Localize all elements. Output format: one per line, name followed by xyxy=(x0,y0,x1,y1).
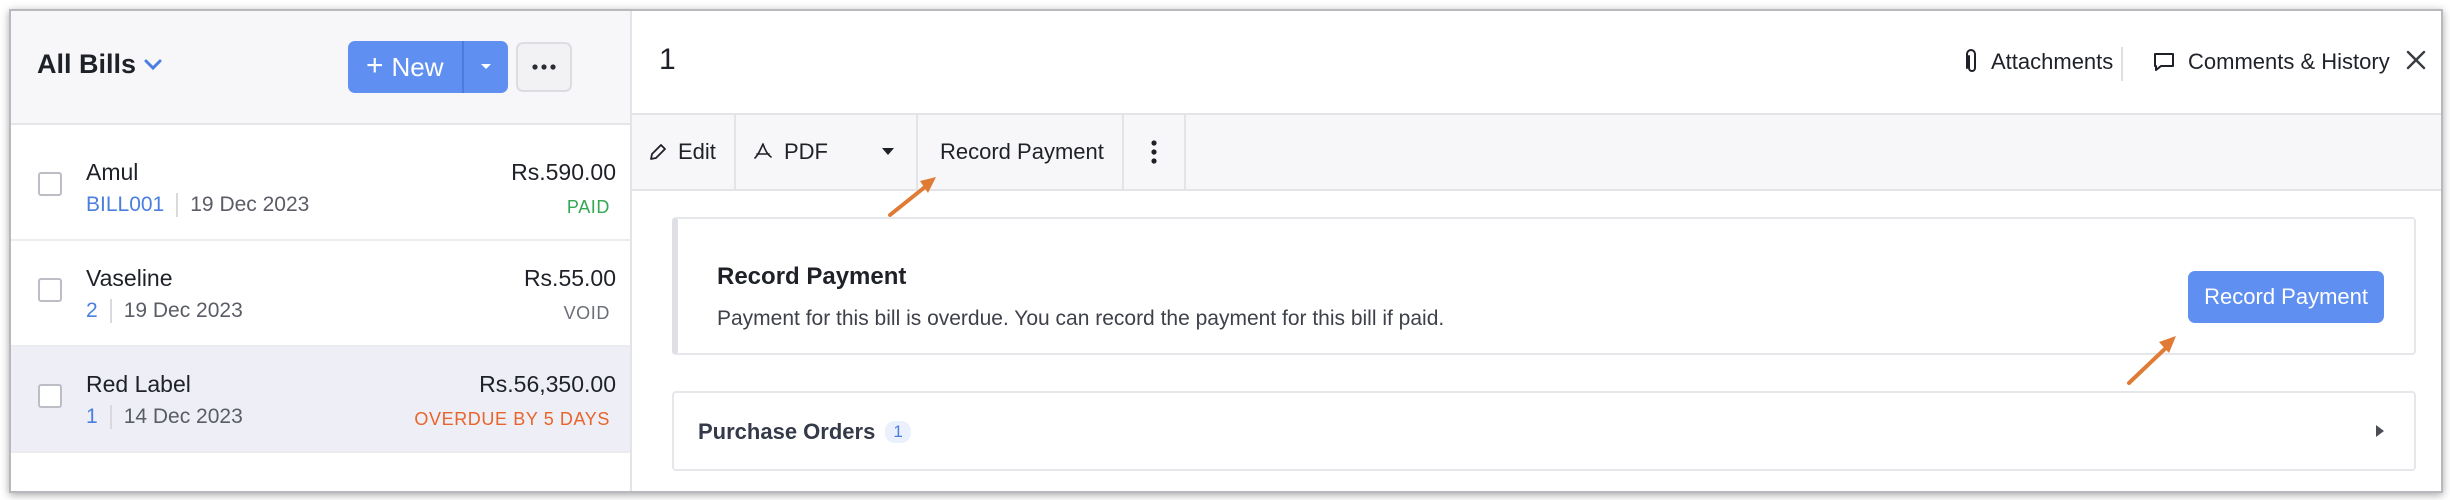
comments-label: Comments & History xyxy=(2188,49,2390,74)
divider xyxy=(109,299,112,323)
banner-title: Record Payment xyxy=(717,263,907,290)
pdf-icon xyxy=(754,143,772,159)
attachments-link[interactable]: Attachments xyxy=(1965,49,2113,75)
status-badge: PAID xyxy=(566,197,610,217)
annotation-arrow xyxy=(888,177,936,217)
bills-list-panel: All Bills + New Amul BILL001 19 Dec 2023… xyxy=(11,11,632,491)
new-button-label: New xyxy=(391,51,444,82)
caret-right-icon xyxy=(2374,423,2386,444)
list-item[interactable]: Red Label 1 14 Dec 2023 Rs.56,350.00 OVE… xyxy=(11,347,630,453)
pdf-button[interactable]: PDF xyxy=(736,115,860,189)
view-title: All Bills xyxy=(37,49,137,79)
divider xyxy=(2121,47,2123,81)
vendor-name: Red Label xyxy=(86,371,191,397)
plus-icon: + xyxy=(366,49,384,82)
bill-detail-panel: 1 Attachments Comments & History Edit PD… xyxy=(632,11,2441,491)
caret-down-icon xyxy=(480,64,491,69)
caret-down-icon xyxy=(882,148,894,155)
row-checkbox[interactable] xyxy=(38,384,62,408)
new-dropdown-toggle[interactable] xyxy=(461,41,508,93)
close-icon xyxy=(2406,50,2426,70)
more-options-button[interactable] xyxy=(516,42,572,92)
divider xyxy=(109,405,112,429)
bill-date: 19 Dec 2023 xyxy=(190,193,310,216)
status-badge: OVERDUE BY 5 DAYS xyxy=(414,409,610,429)
divider xyxy=(176,193,179,217)
bill-amount: Rs.56,350.00 xyxy=(479,371,616,397)
count-badge: 1 xyxy=(885,421,911,443)
comment-icon xyxy=(2154,53,2174,71)
vendor-name: Vaseline xyxy=(86,265,173,291)
purchase-orders-label: Purchase Orders xyxy=(698,419,876,444)
page-title: 1 xyxy=(659,43,676,76)
list-header: All Bills + New xyxy=(11,11,630,125)
attachments-label: Attachments xyxy=(1991,49,2114,74)
status-badge: VOID xyxy=(563,303,610,323)
bill-date: 14 Dec 2023 xyxy=(123,405,243,428)
pencil-icon xyxy=(650,144,666,160)
view-selector[interactable]: All Bills xyxy=(37,49,162,80)
bill-number: BILL001 xyxy=(86,193,165,216)
edit-button[interactable]: Edit xyxy=(632,115,736,189)
record-payment-label: Record Payment xyxy=(940,139,1104,164)
vendor-name: Amul xyxy=(86,159,139,185)
chevron-down-icon xyxy=(144,59,162,71)
banner-message: Payment for this bill is overdue. You ca… xyxy=(717,307,1445,330)
more-horizontal-icon xyxy=(532,64,556,70)
new-button[interactable]: + New xyxy=(348,41,462,93)
bill-meta: 2 19 Dec 2023 xyxy=(86,299,243,323)
new-bill-button-group: + New xyxy=(348,41,508,93)
close-button[interactable] xyxy=(2405,49,2427,76)
edit-label: Edit xyxy=(678,139,716,164)
bill-meta: 1 14 Dec 2023 xyxy=(86,405,243,429)
record-payment-toolbar-button[interactable]: Record Payment xyxy=(918,115,1124,189)
purchase-orders-section[interactable]: Purchase Orders 1 xyxy=(672,391,2416,471)
paperclip-icon xyxy=(1966,49,1976,72)
more-vertical-icon xyxy=(1151,140,1157,164)
row-checkbox[interactable] xyxy=(38,278,62,302)
list-item[interactable]: Vaseline 2 19 Dec 2023 Rs.55.00 VOID xyxy=(11,241,630,347)
annotation-arrow xyxy=(2127,336,2176,385)
bill-amount: Rs.590.00 xyxy=(511,159,616,185)
comments-history-link[interactable]: Comments & History xyxy=(2152,49,2390,75)
pdf-label: PDF xyxy=(784,139,828,164)
bill-amount: Rs.55.00 xyxy=(523,265,616,291)
app-window: All Bills + New Amul BILL001 19 Dec 2023… xyxy=(9,9,2443,493)
more-actions-button[interactable] xyxy=(1124,115,1186,189)
bill-meta: BILL001 19 Dec 2023 xyxy=(86,193,309,217)
row-checkbox[interactable] xyxy=(38,172,62,196)
record-payment-button[interactable]: Record Payment xyxy=(2188,271,2384,323)
bill-date: 19 Dec 2023 xyxy=(123,299,243,322)
list-item[interactable]: Amul BILL001 19 Dec 2023 Rs.590.00 PAID xyxy=(11,135,630,241)
bill-number: 1 xyxy=(86,405,98,428)
bill-number: 2 xyxy=(86,299,98,322)
purchase-orders-header: Purchase Orders 1 xyxy=(698,419,911,445)
